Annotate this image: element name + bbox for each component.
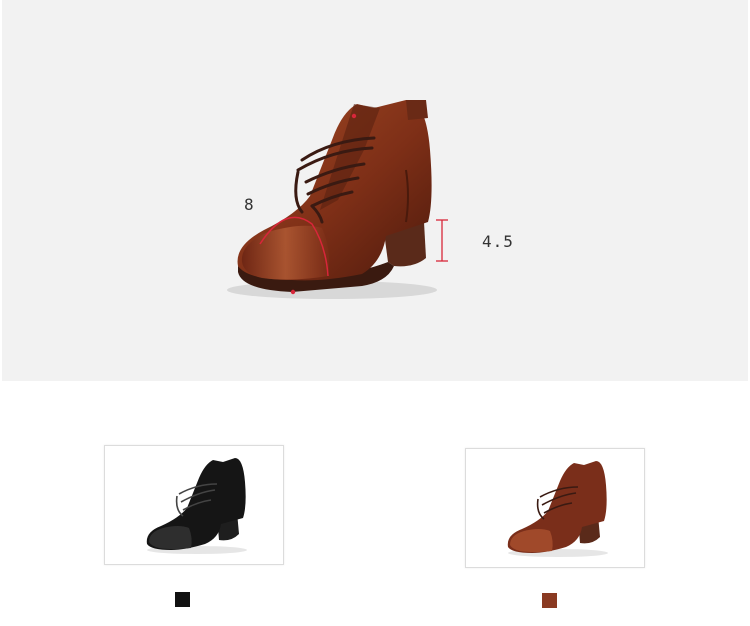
heel-height-label: 4.5 xyxy=(482,232,514,251)
width-measure-dot xyxy=(290,289,296,295)
swatch-fill-black xyxy=(175,592,190,607)
variant-thumbnail-brown[interactable] xyxy=(465,448,645,568)
heel-height-bracket xyxy=(436,219,448,262)
variant-thumbnail-black[interactable] xyxy=(104,445,284,565)
boot-illustration xyxy=(227,100,448,299)
brown-boot-image xyxy=(507,461,608,557)
width-measure-label: 8 xyxy=(244,195,255,214)
shaft-measure-dot xyxy=(351,113,357,119)
swatch-fill-brown xyxy=(542,593,557,608)
boot-toe xyxy=(241,225,330,280)
black-boot-image xyxy=(146,458,247,554)
color-swatch-black[interactable] xyxy=(175,592,190,607)
product-hero: 8 4.5 xyxy=(2,0,748,381)
pull-tab xyxy=(406,100,428,120)
color-swatch-brown[interactable] xyxy=(542,593,557,608)
